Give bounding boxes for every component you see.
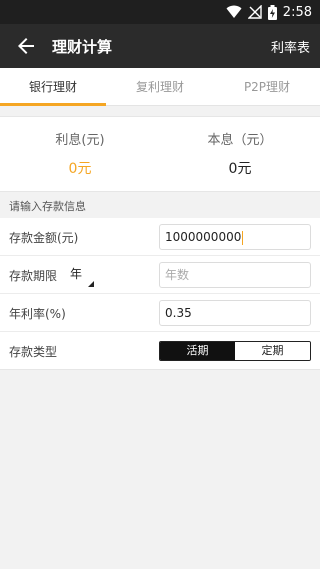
term-unit-select[interactable]: 年: [70, 265, 94, 287]
tab-bar: 银行理财 复利理财 P2P理财: [0, 68, 320, 106]
app-bar: 理财计算 利率表: [0, 24, 320, 68]
total-label: 本息（元）: [207, 133, 273, 148]
section-title: 请输入存款信息: [0, 196, 320, 218]
amount-row: 存款金额(元) 1000000000: [0, 218, 320, 256]
interest-value: 0元: [68, 161, 92, 177]
status-time: 2:58: [282, 4, 312, 20]
tab-compound-finance[interactable]: 复利理财: [107, 68, 213, 106]
term-placeholder: 年数: [165, 268, 190, 282]
amount-value: 1000000000: [165, 230, 242, 244]
dropdown-triangle-icon: [88, 281, 94, 287]
text-cursor: [242, 230, 244, 245]
tab-bank-finance[interactable]: 银行理财: [0, 68, 106, 106]
term-unit-value: 年: [70, 267, 83, 281]
rate-row: 年利率(%) 0.35: [0, 294, 320, 332]
rate-value: 0.35: [165, 306, 192, 320]
page-title: 理财计算: [52, 38, 113, 56]
rate-table-button[interactable]: 利率表: [271, 37, 310, 56]
amount-input[interactable]: 1000000000: [159, 224, 311, 250]
tab-p2p-finance[interactable]: P2P理财: [214, 68, 320, 106]
no-signal-icon: [247, 5, 262, 19]
type-demand-option[interactable]: 活期: [160, 342, 235, 360]
type-fixed-option[interactable]: 定期: [235, 342, 310, 360]
term-input[interactable]: 年数: [159, 262, 311, 288]
back-arrow-icon[interactable]: [14, 34, 38, 58]
battery-charging-icon: [267, 4, 277, 20]
status-bar: 2:58: [0, 0, 320, 24]
interest-result: 利息(元) 0元: [0, 129, 160, 178]
type-label: 存款类型: [9, 345, 58, 359]
interest-label: 利息(元): [55, 133, 105, 148]
term-label: 存款期限: [9, 269, 58, 283]
term-row: 存款期限 年 年数: [0, 256, 320, 294]
type-row: 存款类型 活期 定期: [0, 332, 320, 370]
wifi-icon: [226, 5, 242, 18]
result-summary: 利息(元) 0元 本息（元） 0元: [0, 116, 320, 192]
deposit-type-toggle: 活期 定期: [159, 341, 311, 361]
amount-label: 存款金额(元): [9, 231, 79, 245]
deposit-form: 存款金额(元) 1000000000 存款期限 年 年数 年利率(%) 0.35…: [0, 218, 320, 370]
total-value: 0元: [228, 161, 252, 177]
tab-indicator: [0, 103, 106, 106]
rate-label: 年利率(%): [9, 307, 66, 321]
rate-input[interactable]: 0.35: [159, 300, 311, 326]
total-result: 本息（元） 0元: [160, 129, 320, 178]
